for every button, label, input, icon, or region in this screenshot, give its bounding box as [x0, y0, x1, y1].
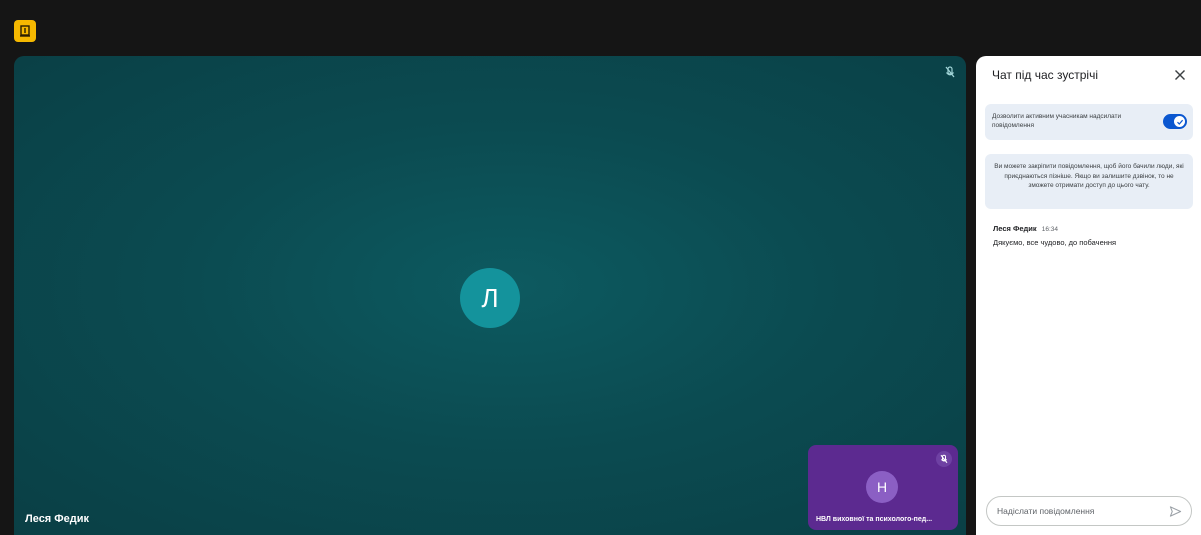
meeting-window: Л Леся Федик Н НВЛ виховної та психолого…: [0, 0, 1201, 535]
self-participant-avatar: Н: [866, 471, 898, 503]
pin-info-box: Ви можете закріпити повідомлення, щоб йо…: [985, 154, 1193, 209]
message-time: 16:34: [1041, 226, 1059, 233]
toggle-knob: [1174, 116, 1185, 127]
message-composer: [986, 496, 1192, 526]
message-header: Леся Федик 16:34: [993, 224, 1188, 233]
close-chat-button[interactable]: [1171, 66, 1189, 84]
main-participant-name: Леся Федик: [25, 513, 90, 525]
main-participant-avatar: Л: [460, 268, 520, 328]
message-input[interactable]: [997, 502, 1157, 520]
send-icon: [1169, 505, 1181, 517]
mic-off-icon: [942, 64, 958, 80]
chat-message: Леся Федик 16:34 Дякуємо, все чудово, до…: [993, 224, 1188, 247]
meeting-app-glyph: [20, 25, 30, 37]
allow-messages-toggle[interactable]: [1163, 114, 1187, 129]
top-bar: [0, 0, 1201, 54]
close-icon: [1175, 70, 1185, 80]
allow-messages-setting: Дозволити активним учасникам надсилати п…: [985, 104, 1193, 140]
chat-panel-title: Чат під час зустрічі: [992, 68, 1098, 82]
mic-off-icon: [936, 451, 952, 467]
chat-panel: Чат під час зустрічі Дозволити активним …: [976, 56, 1201, 535]
check-icon: [1176, 119, 1183, 125]
pin-info-text: Ви можете закріпити повідомлення, щоб йо…: [994, 163, 1184, 189]
allow-messages-label: Дозволити активним учасникам надсилати п…: [992, 113, 1122, 129]
message-author: Леся Федик: [993, 224, 1037, 233]
self-participant-tile[interactable]: Н НВЛ виховної та психолого-пед...: [808, 445, 958, 530]
self-participant-name: НВЛ виховної та психолого-пед...: [816, 516, 933, 523]
send-button[interactable]: [1167, 503, 1183, 519]
message-text: Дякуємо, все чудово, до побачення: [993, 238, 1117, 247]
meeting-app-icon[interactable]: [14, 20, 36, 42]
